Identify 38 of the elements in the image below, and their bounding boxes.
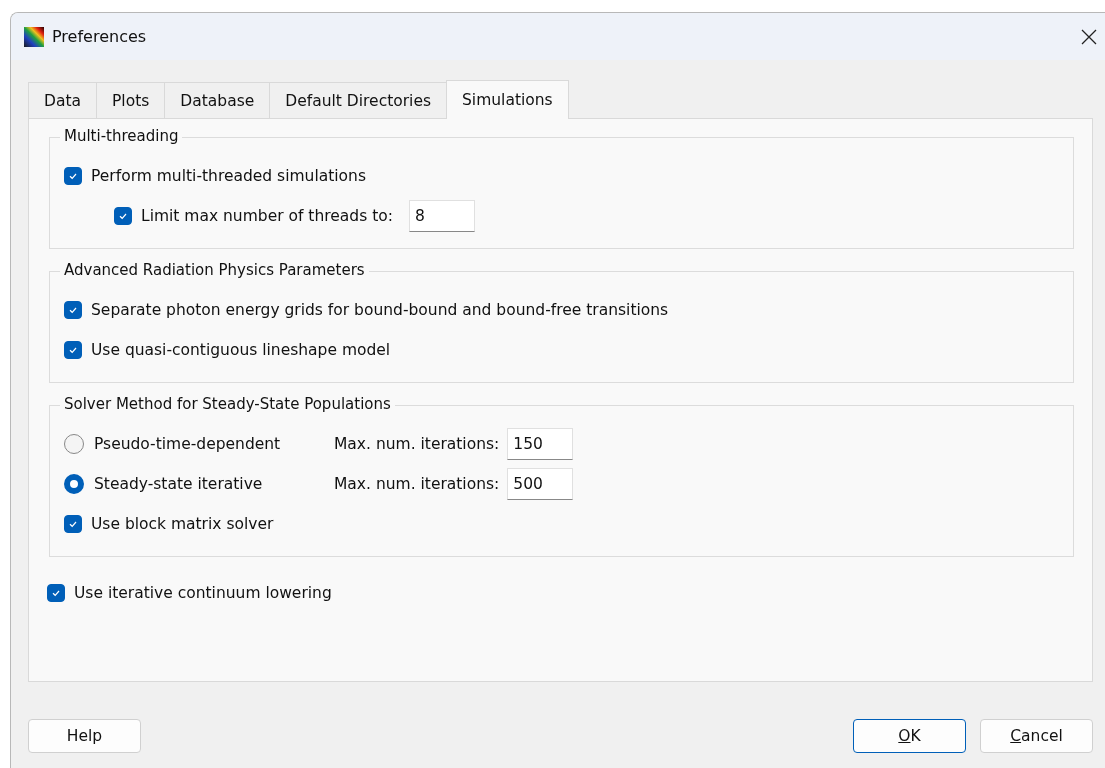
tab[interactable]: Data — [28, 82, 97, 118]
dialog-button[interactable]: OK — [853, 719, 966, 753]
radio-label[interactable]: Steady-state iterative — [94, 475, 334, 493]
field-label: Max. num. iterations: — [334, 475, 500, 493]
input-field[interactable]: 150 — [507, 428, 574, 460]
check-icon — [118, 211, 128, 221]
radio-button[interactable] — [64, 434, 84, 454]
close-icon[interactable] — [1081, 28, 1097, 45]
radio-button[interactable] — [64, 474, 84, 494]
input-field[interactable]: 8 — [408, 200, 475, 232]
checkbox[interactable] — [114, 207, 132, 225]
check-icon — [68, 171, 78, 181]
window-title: Preferences — [52, 27, 148, 46]
field-label: Max. num. iterations: — [334, 435, 500, 453]
checkbox[interactable] — [64, 301, 82, 319]
input-field[interactable]: 500 — [507, 468, 574, 500]
check-icon — [51, 588, 61, 598]
group-title: Advanced Radiation Physics Parameters — [60, 261, 369, 279]
checkbox-label[interactable]: Separate photon energy grids for bound-bound and bound-free transitions — [91, 301, 669, 319]
check-icon — [68, 305, 78, 315]
checkbox-label[interactable]: Limit max number of threads to: — [141, 207, 393, 225]
radio-label[interactable]: Pseudo-time-dependent — [94, 435, 334, 453]
tab[interactable]: Simulations — [446, 80, 569, 119]
checkbox[interactable] — [64, 341, 82, 359]
checkbox-label[interactable]: Use iterative continuum lowering — [74, 584, 332, 602]
group-title: Multi-threading — [60, 127, 183, 145]
checkbox[interactable] — [64, 167, 82, 185]
checkbox-label[interactable]: Perform multi-threaded simulations — [91, 167, 366, 185]
dialog-button[interactable]: Help — [28, 719, 141, 753]
check-icon — [68, 345, 78, 355]
checkbox-label[interactable]: Use block matrix solver — [91, 515, 274, 533]
group-title: Solver Method for Steady-State Populations — [60, 395, 395, 413]
checkbox-label[interactable]: Use quasi-contiguous lineshape model — [91, 341, 391, 359]
checkbox[interactable] — [47, 584, 65, 602]
check-icon — [68, 519, 78, 529]
dialog-button[interactable]: Cancel — [980, 719, 1093, 753]
checkbox[interactable] — [64, 515, 82, 533]
app-icon — [24, 26, 44, 47]
